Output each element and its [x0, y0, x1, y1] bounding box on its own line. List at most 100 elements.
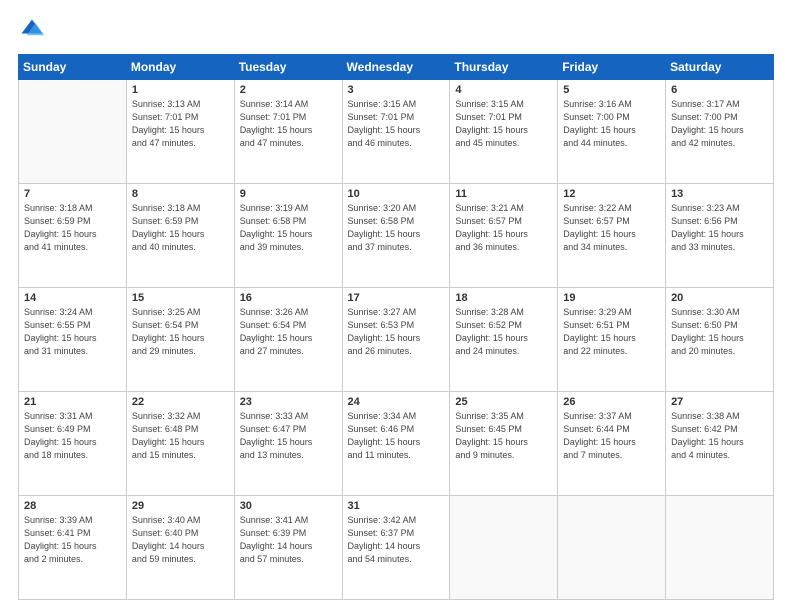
- calendar-cell: 17Sunrise: 3:27 AM Sunset: 6:53 PM Dayli…: [342, 288, 450, 392]
- day-info: Sunrise: 3:22 AM Sunset: 6:57 PM Dayligh…: [563, 202, 660, 254]
- weekday-sunday: Sunday: [19, 55, 127, 80]
- calendar-cell: 10 Sunrise: 3:20 AM Sunset: 6:58 PM Dayli…: [342, 184, 450, 288]
- day-number: 3: [348, 84, 445, 96]
- weekday-tuesday: Tuesday: [234, 55, 342, 80]
- calendar-cell: [666, 496, 774, 600]
- day-number: 1: [132, 84, 229, 96]
- day-number: 2: [240, 84, 337, 96]
- day-info: Sunrise: 3:13 AM Sunset: 7:01 PM Dayligh…: [132, 98, 229, 150]
- day-number: 8: [132, 188, 229, 200]
- calendar-cell: 4 Sunrise: 3:15 AM Sunset: 7:01 PM Daylig…: [450, 80, 558, 184]
- day-info: Sunrise: 3:31 AM Sunset: 6:49 PM Dayligh…: [24, 410, 121, 462]
- day-info: Sunrise: 3:25 AM Sunset: 6:54 PM Dayligh…: [132, 306, 229, 358]
- calendar-cell: 29 Sunrise: 3:40 AM Sunset: 6:40 PM Dayli…: [126, 496, 234, 600]
- day-info: Sunrise: 3:29 AM Sunset: 6:51 PM Dayligh…: [563, 306, 660, 358]
- calendar-table: SundayMondayTuesdayWednesdayThursdayFrid…: [18, 54, 774, 600]
- logo: [18, 16, 50, 44]
- day-number: 29: [132, 500, 229, 512]
- day-info: Sunrise: 3:28 AM Sunset: 6:52 PM Dayligh…: [455, 306, 552, 358]
- calendar-cell: [19, 80, 127, 184]
- day-number: 5: [563, 84, 660, 96]
- day-info: Sunrise: 3:18 AM Sunset: 6:59 PM Dayligh…: [132, 202, 229, 254]
- calendar-cell: 3Sunrise: 3:15 AM Sunset: 7:01 PM Daylig…: [342, 80, 450, 184]
- day-number: 15: [132, 292, 229, 304]
- calendar-cell: 18 Sunrise: 3:28 AM Sunset: 6:52 PM Dayli…: [450, 288, 558, 392]
- day-number: 13: [671, 188, 768, 200]
- weekday-wednesday: Wednesday: [342, 55, 450, 80]
- calendar-cell: 14 Sunrise: 3:24 AM Sunset: 6:55 PM Dayli…: [19, 288, 127, 392]
- day-number: 26: [563, 396, 660, 408]
- calendar-week-2: 14 Sunrise: 3:24 AM Sunset: 6:55 PM Dayli…: [19, 288, 774, 392]
- day-number: 10: [348, 188, 445, 200]
- day-info: Sunrise: 3:20 AM Sunset: 6:58 PM Dayligh…: [348, 202, 445, 254]
- calendar-cell: 24Sunrise: 3:34 AM Sunset: 6:46 PM Dayli…: [342, 392, 450, 496]
- day-info: Sunrise: 3:38 AM Sunset: 6:42 PM Dayligh…: [671, 410, 768, 462]
- day-info: Sunrise: 3:35 AM Sunset: 6:45 PM Dayligh…: [455, 410, 552, 462]
- calendar-cell: 2 Sunrise: 3:14 AM Sunset: 7:01 PM Daylig…: [234, 80, 342, 184]
- day-number: 25: [455, 396, 552, 408]
- day-number: 16: [240, 292, 337, 304]
- day-info: Sunrise: 3:34 AM Sunset: 6:46 PM Dayligh…: [348, 410, 445, 462]
- day-number: 20: [671, 292, 768, 304]
- day-number: 27: [671, 396, 768, 408]
- day-info: Sunrise: 3:26 AM Sunset: 6:54 PM Dayligh…: [240, 306, 337, 358]
- calendar-cell: 23Sunrise: 3:33 AM Sunset: 6:47 PM Dayli…: [234, 392, 342, 496]
- calendar-week-0: 1 Sunrise: 3:13 AM Sunset: 7:01 PM Daylig…: [19, 80, 774, 184]
- calendar-week-4: 28 Sunrise: 3:39 AM Sunset: 6:41 PM Dayli…: [19, 496, 774, 600]
- calendar-cell: 6 Sunrise: 3:17 AM Sunset: 7:00 PM Daylig…: [666, 80, 774, 184]
- header: [18, 16, 774, 44]
- calendar-week-1: 7 Sunrise: 3:18 AM Sunset: 6:59 PM Daylig…: [19, 184, 774, 288]
- day-info: Sunrise: 3:19 AM Sunset: 6:58 PM Dayligh…: [240, 202, 337, 254]
- day-number: 14: [24, 292, 121, 304]
- calendar-cell: 15 Sunrise: 3:25 AM Sunset: 6:54 PM Dayli…: [126, 288, 234, 392]
- day-number: 12: [563, 188, 660, 200]
- calendar-cell: 31 Sunrise: 3:42 AM Sunset: 6:37 PM Dayli…: [342, 496, 450, 600]
- day-info: Sunrise: 3:33 AM Sunset: 6:47 PM Dayligh…: [240, 410, 337, 462]
- calendar-cell: 25 Sunrise: 3:35 AM Sunset: 6:45 PM Dayli…: [450, 392, 558, 496]
- day-number: 30: [240, 500, 337, 512]
- day-info: Sunrise: 3:21 AM Sunset: 6:57 PM Dayligh…: [455, 202, 552, 254]
- day-number: 9: [240, 188, 337, 200]
- calendar-cell: [558, 496, 666, 600]
- weekday-thursday: Thursday: [450, 55, 558, 80]
- day-info: Sunrise: 3:18 AM Sunset: 6:59 PM Dayligh…: [24, 202, 121, 254]
- day-info: Sunrise: 3:39 AM Sunset: 6:41 PM Dayligh…: [24, 514, 121, 566]
- day-number: 6: [671, 84, 768, 96]
- day-info: Sunrise: 3:24 AM Sunset: 6:55 PM Dayligh…: [24, 306, 121, 358]
- day-info: Sunrise: 3:40 AM Sunset: 6:40 PM Dayligh…: [132, 514, 229, 566]
- calendar-week-3: 21 Sunrise: 3:31 AM Sunset: 6:49 PM Dayli…: [19, 392, 774, 496]
- day-number: 19: [563, 292, 660, 304]
- calendar-cell: [450, 496, 558, 600]
- calendar-cell: 12 Sunrise: 3:22 AM Sunset: 6:57 PM Dayli…: [558, 184, 666, 288]
- weekday-monday: Monday: [126, 55, 234, 80]
- day-number: 7: [24, 188, 121, 200]
- page: SundayMondayTuesdayWednesdayThursdayFrid…: [0, 0, 792, 612]
- calendar-cell: 27 Sunrise: 3:38 AM Sunset: 6:42 PM Dayli…: [666, 392, 774, 496]
- logo-icon: [18, 16, 46, 44]
- weekday-friday: Friday: [558, 55, 666, 80]
- calendar-cell: 26Sunrise: 3:37 AM Sunset: 6:44 PM Dayli…: [558, 392, 666, 496]
- weekday-header-row: SundayMondayTuesdayWednesdayThursdayFrid…: [19, 55, 774, 80]
- day-info: Sunrise: 3:32 AM Sunset: 6:48 PM Dayligh…: [132, 410, 229, 462]
- day-info: Sunrise: 3:15 AM Sunset: 7:01 PM Dayligh…: [455, 98, 552, 150]
- day-info: Sunrise: 3:16 AM Sunset: 7:00 PM Dayligh…: [563, 98, 660, 150]
- day-number: 22: [132, 396, 229, 408]
- day-number: 31: [348, 500, 445, 512]
- calendar-cell: 22 Sunrise: 3:32 AM Sunset: 6:48 PM Dayli…: [126, 392, 234, 496]
- calendar-cell: 16 Sunrise: 3:26 AM Sunset: 6:54 PM Dayli…: [234, 288, 342, 392]
- calendar-cell: 11Sunrise: 3:21 AM Sunset: 6:57 PM Dayli…: [450, 184, 558, 288]
- calendar-cell: 5 Sunrise: 3:16 AM Sunset: 7:00 PM Daylig…: [558, 80, 666, 184]
- day-info: Sunrise: 3:27 AM Sunset: 6:53 PM Dayligh…: [348, 306, 445, 358]
- calendar-cell: 7 Sunrise: 3:18 AM Sunset: 6:59 PM Daylig…: [19, 184, 127, 288]
- day-number: 21: [24, 396, 121, 408]
- calendar-cell: 21 Sunrise: 3:31 AM Sunset: 6:49 PM Dayli…: [19, 392, 127, 496]
- day-number: 18: [455, 292, 552, 304]
- calendar-cell: 30Sunrise: 3:41 AM Sunset: 6:39 PM Dayli…: [234, 496, 342, 600]
- day-number: 28: [24, 500, 121, 512]
- day-info: Sunrise: 3:23 AM Sunset: 6:56 PM Dayligh…: [671, 202, 768, 254]
- day-info: Sunrise: 3:17 AM Sunset: 7:00 PM Dayligh…: [671, 98, 768, 150]
- day-info: Sunrise: 3:42 AM Sunset: 6:37 PM Dayligh…: [348, 514, 445, 566]
- day-number: 4: [455, 84, 552, 96]
- day-info: Sunrise: 3:14 AM Sunset: 7:01 PM Dayligh…: [240, 98, 337, 150]
- calendar-cell: 1 Sunrise: 3:13 AM Sunset: 7:01 PM Daylig…: [126, 80, 234, 184]
